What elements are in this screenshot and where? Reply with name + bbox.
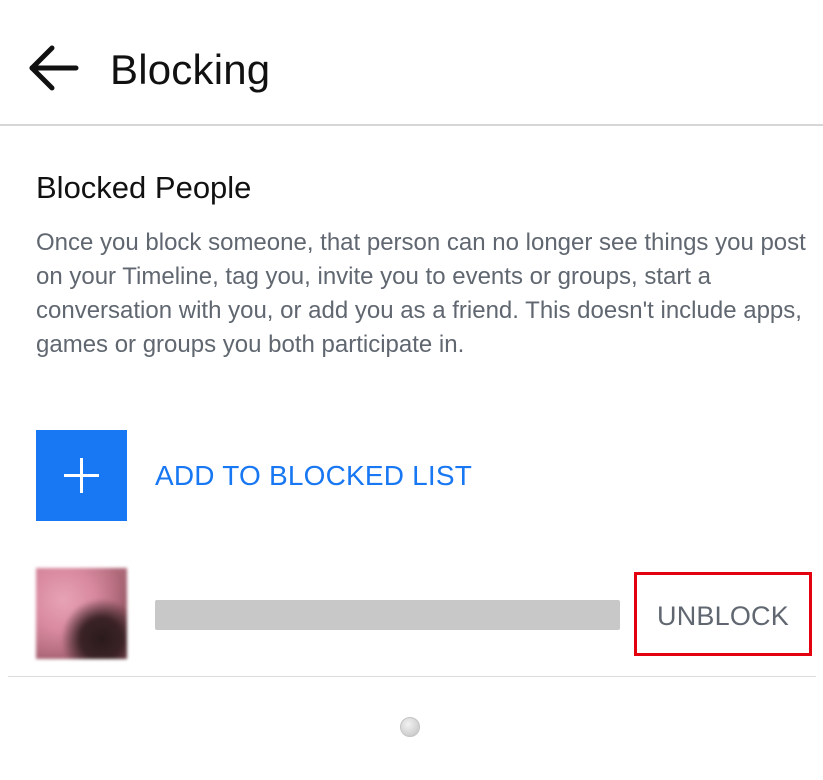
add-to-blocked-list-button[interactable]: ADD TO BLOCKED LIST xyxy=(36,430,796,521)
plus-icon xyxy=(64,458,99,493)
unblock-button[interactable]: UNBLOCK xyxy=(634,572,812,656)
unblock-label[interactable]: UNBLOCK xyxy=(637,599,809,633)
avatar xyxy=(36,568,127,659)
app-header: Blocking xyxy=(0,0,823,126)
section-description: Once you block someone, that person can … xyxy=(36,229,806,358)
section-title: Blocked People xyxy=(36,170,252,205)
blocked-user-row: UNBLOCK xyxy=(0,552,823,676)
back-button[interactable] xyxy=(22,40,82,96)
add-to-blocked-list-label[interactable]: ADD TO BLOCKED LIST xyxy=(155,458,472,494)
loading-spinner-icon xyxy=(400,717,420,737)
row-divider xyxy=(8,676,816,677)
arrow-left-icon xyxy=(29,45,79,91)
add-icon-box[interactable] xyxy=(36,430,127,521)
page-title: Blocking xyxy=(110,46,271,93)
blocked-user-name-redacted xyxy=(155,600,620,630)
